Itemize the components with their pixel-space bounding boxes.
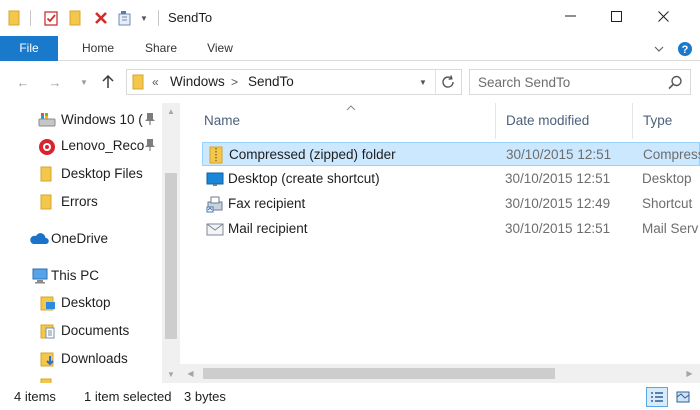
address-overflow[interactable]: « [152,70,159,94]
status-item-count: 4 items [14,389,56,404]
folder-icon [6,0,22,36]
tab-view[interactable]: View [196,36,244,61]
column-header-name[interactable]: Name [204,103,240,139]
up-arrow-icon[interactable] [98,71,118,93]
onedrive-icon [29,231,49,247]
status-selection: 1 item selected [84,389,172,404]
nav-item-desktop[interactable]: Desktop [0,290,162,316]
minimize-button[interactable] [547,0,593,32]
back-arrow-icon[interactable]: ← [12,71,34,93]
details-view-button[interactable] [646,387,668,407]
details-view-icon [651,392,663,402]
new-folder-icon[interactable] [66,0,84,36]
nav-item-windows-drive[interactable]: Windows 10 ( [0,107,162,133]
search-box [469,69,691,95]
this-pc-icon [31,268,49,284]
drive-icon [38,112,56,128]
scroll-up-icon[interactable]: ▲ [162,103,180,120]
desktop-folder-icon [40,295,56,311]
nav-item-documents[interactable]: Documents [0,318,162,344]
scroll-thumb[interactable] [203,368,555,379]
file-row[interactable]: Mail recipient 30/10/2015 12:51 Mail Ser… [202,217,700,241]
refresh-icon[interactable] [440,74,456,93]
forward-arrow-icon[interactable]: → [44,71,66,93]
search-input[interactable] [478,73,658,91]
navigation-pane: Windows 10 ( Lenovo_Reco Desktop Files E… [0,103,180,383]
nav-item-partial[interactable] [0,373,162,383]
large-icons-view-icon [676,391,690,403]
customize-toolbar-chevron-icon[interactable]: ▼ [138,0,150,36]
close-button[interactable] [640,0,686,32]
nav-item-onedrive[interactable]: OneDrive [0,226,162,252]
search-icon[interactable] [668,75,683,93]
sort-ascending-icon [346,103,356,113]
fax-icon [206,195,224,213]
delete-icon[interactable] [92,0,110,36]
recent-locations-chevron-icon[interactable]: ▼ [78,71,90,93]
status-bar: 4 items 1 item selected 3 bytes [0,383,700,410]
nav-item-errors[interactable]: Errors [0,189,162,215]
ribbon-tabs: File Home Share View ? [0,36,700,61]
mail-icon [206,220,224,238]
documents-icon [40,323,56,339]
scroll-down-icon[interactable]: ▼ [162,366,180,383]
nav-item-lenovo-recovery[interactable]: Lenovo_Reco [0,133,162,159]
breadcrumb-sendto[interactable]: SendTo [248,70,294,94]
rename-icon[interactable] [116,0,134,36]
nav-item-downloads[interactable]: Downloads [0,346,162,372]
folder-icon [132,74,144,93]
nav-item-this-pc[interactable]: This PC [0,263,162,289]
tab-share[interactable]: Share [135,36,187,61]
file-list: Name Date modified Type Compressed (zipp… [180,103,700,383]
title-bar: ▼ SendTo [0,0,700,36]
maximize-button[interactable] [593,0,639,32]
breadcrumb-windows[interactable]: Windows [170,70,225,94]
address-dropdown-icon[interactable]: ▼ [419,78,427,87]
address-row: ← → ▼ « Windows > SendTo ▼ [0,61,700,103]
content-horizontal-scrollbar[interactable]: ◀ ▶ [180,364,700,383]
nav-scrollbar[interactable]: ▲ ▼ [162,103,180,383]
pin-icon [144,112,156,126]
scroll-right-icon[interactable]: ▶ [681,364,698,383]
nav-item-desktop-files[interactable]: Desktop Files [0,161,162,187]
column-header-type[interactable]: Type [643,103,672,139]
downloads-icon [40,351,56,367]
folder-icon [40,194,56,210]
help-icon[interactable]: ? [676,36,694,61]
file-row[interactable]: Desktop (create shortcut) 30/10/2015 12:… [202,167,700,191]
status-size: 3 bytes [184,389,226,404]
svg-text:?: ? [682,44,689,56]
tab-file[interactable]: File [0,36,58,61]
large-icons-view-button[interactable] [672,387,694,407]
scroll-left-icon[interactable]: ◀ [182,364,199,383]
folder-icon [40,166,56,182]
desktop-shortcut-icon [206,170,224,188]
zip-folder-icon [207,146,225,164]
file-row[interactable]: Compressed (zipped) folder 30/10/2015 12… [202,142,700,166]
tab-home[interactable]: Home [72,36,124,61]
properties-icon[interactable] [42,0,60,36]
address-bar[interactable]: « Windows > SendTo ▼ [126,69,462,95]
recovery-drive-icon [38,138,55,155]
breadcrumb-separator-icon[interactable]: > [231,70,238,94]
scroll-thumb[interactable] [165,173,177,339]
window-title: SendTo [168,10,213,25]
file-row[interactable]: Fax recipient 30/10/2015 12:49 Shortcut [202,192,700,216]
expand-ribbon-chevron-icon[interactable] [652,36,666,61]
pin-icon [144,138,156,152]
column-header-date-modified[interactable]: Date modified [506,103,589,139]
